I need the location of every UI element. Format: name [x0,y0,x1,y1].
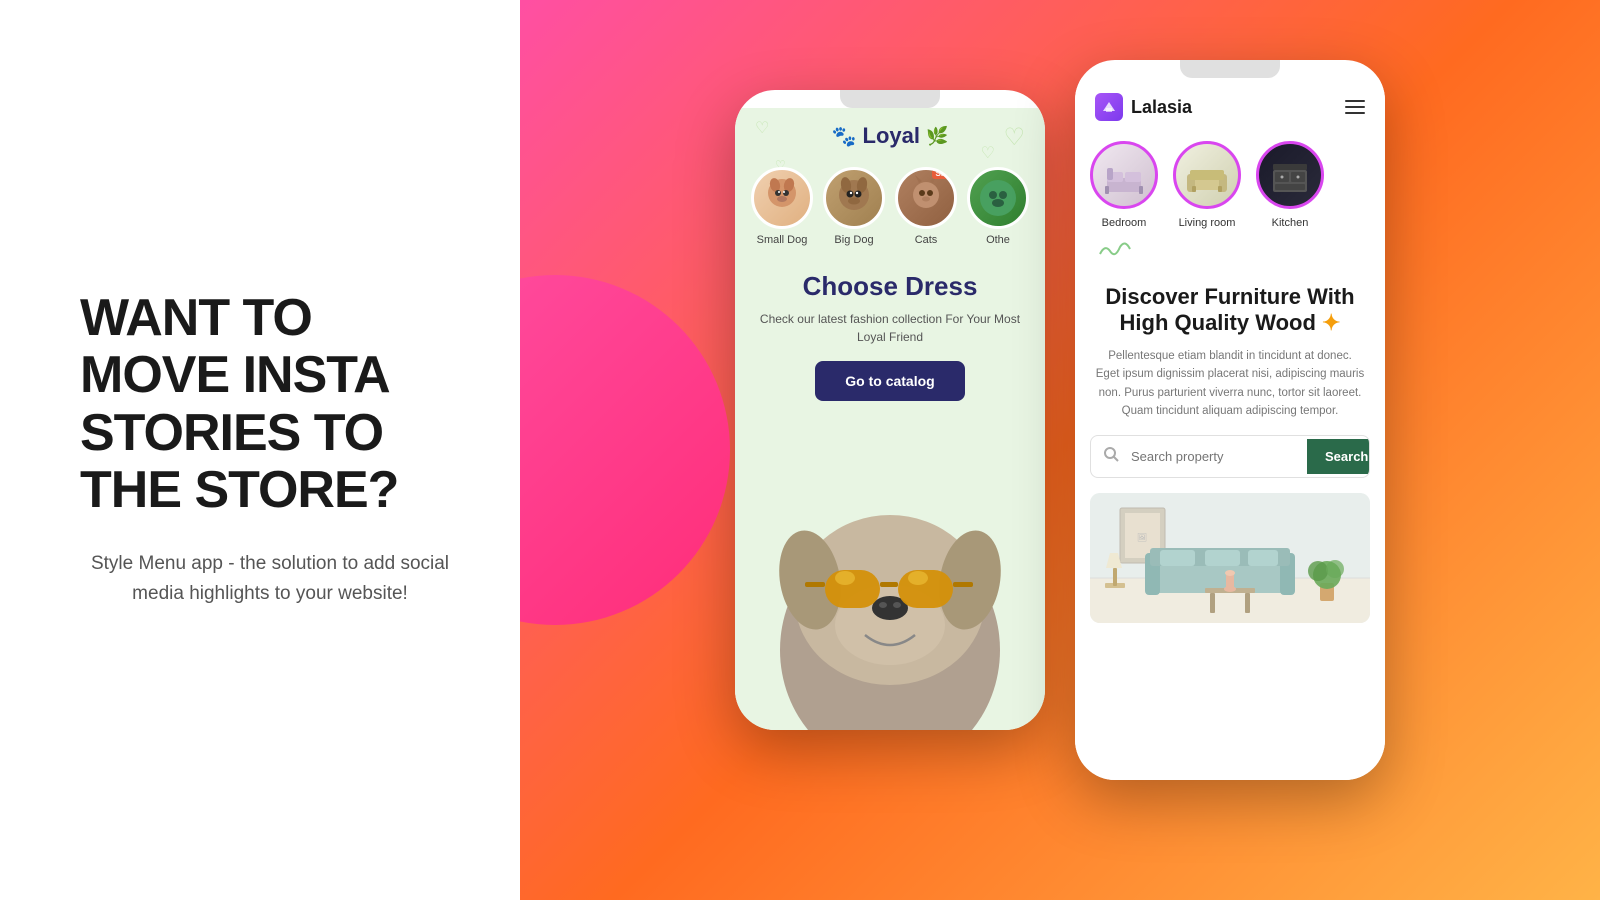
heart-deco-2: ♡ [981,143,995,163]
lalasia-logo-icon [1095,93,1123,121]
choose-dress-section: Choose Dress Check our latest fashion co… [735,256,1045,411]
leaf-deco: 🌿 [926,126,948,147]
sparkle-icon: ✦ [1322,310,1340,335]
furniture-heading-line1: Discover Furniture With [1105,284,1354,309]
bedroom-label: Bedroom [1102,217,1147,229]
dog-illustration-container [750,450,1030,730]
lalasia-app-name: Lalasia [1131,97,1192,118]
svg-text:🖼: 🖼 [1137,533,1147,542]
furniture-heading: Discover Furniture With High Quality Woo… [1075,269,1385,347]
heart-deco-3: ♡ [755,118,769,138]
lalasia-header: Lalasia [1075,78,1385,131]
decorative-curl [1075,239,1385,269]
dog-svg [750,450,1030,730]
kitchen-label: Kitchen [1272,217,1309,229]
phone-notch-2 [1180,60,1280,78]
left-section: WANT TO MOVE INSTA STORIES TO THE STORE?… [0,0,520,900]
room-svg: 🖼 [1090,493,1370,623]
phone-lalasia: Lalasia [1075,60,1385,780]
paw-icon: 🐾 [832,124,857,149]
lalasia-categories: Bedroom [1075,131,1385,239]
category-bedroom[interactable]: Bedroom [1090,141,1158,229]
hamburger-line-1 [1345,100,1365,102]
phone-notch-1 [840,90,940,108]
search-button[interactable]: Search [1307,439,1370,474]
category-avatar-other [967,167,1029,229]
category-avatar-cats: Sale [895,167,957,229]
hamburger-menu[interactable] [1345,100,1365,114]
living-room-circle [1173,141,1241,209]
category-small-dog[interactable]: Small Dog [751,167,813,246]
loyal-categories-row: Small Dog [735,157,1045,256]
big-dog-label: Big Dog [834,234,873,246]
other-label: Othe [986,234,1010,246]
furniture-room-image: 🖼 [1090,493,1370,623]
loyal-app-name: Loyal [863,123,920,149]
choose-dress-title: Choose Dress [755,271,1025,302]
hamburger-line-2 [1345,106,1365,108]
phone-loyal: ♡ ♡ ♡ ♡ 🐾 Loyal 🌿 [735,90,1045,730]
hamburger-line-3 [1345,112,1365,114]
category-cats[interactable]: Sale Cats [895,167,957,246]
choose-dress-subtitle: Check our latest fashion collection For … [755,310,1025,346]
sale-badge: Sale [932,168,956,179]
category-kitchen[interactable]: Kitchen [1256,141,1324,229]
category-other[interactable]: Othe [967,167,1029,246]
kitchen-circle [1256,141,1324,209]
small-dog-label: Small Dog [757,234,808,246]
furniture-description: Pellentesque etiam blandit in tincidunt … [1075,347,1385,436]
loyal-header: 🐾 Loyal 🌿 [735,108,1045,157]
heart-deco-1: ♡ [1003,123,1025,152]
search-property-input[interactable] [1131,449,1307,464]
category-avatar-big-dog [823,167,885,229]
search-bar: Search [1090,435,1370,478]
cats-label: Cats [915,234,938,246]
category-big-dog[interactable]: Big Dog [823,167,885,246]
phone-screen-lalasia: Lalasia [1075,78,1385,780]
lalasia-logo-area: Lalasia [1095,93,1192,121]
main-heading: WANT TO MOVE INSTA STORIES TO THE STORE? [80,290,460,519]
bedroom-circle [1090,141,1158,209]
search-icon [1091,436,1131,477]
living-room-label: Living room [1179,217,1236,229]
category-avatar-small-dog [751,167,813,229]
sub-heading: Style Menu app - the solution to add soc… [80,549,460,610]
furniture-heading-line2: High Quality Wood [1120,310,1316,335]
category-living-room[interactable]: Living room [1173,141,1241,229]
go-to-catalog-button[interactable]: Go to catalog [815,361,964,401]
phone-screen-loyal: ♡ ♡ ♡ ♡ 🐾 Loyal 🌿 [735,108,1045,730]
